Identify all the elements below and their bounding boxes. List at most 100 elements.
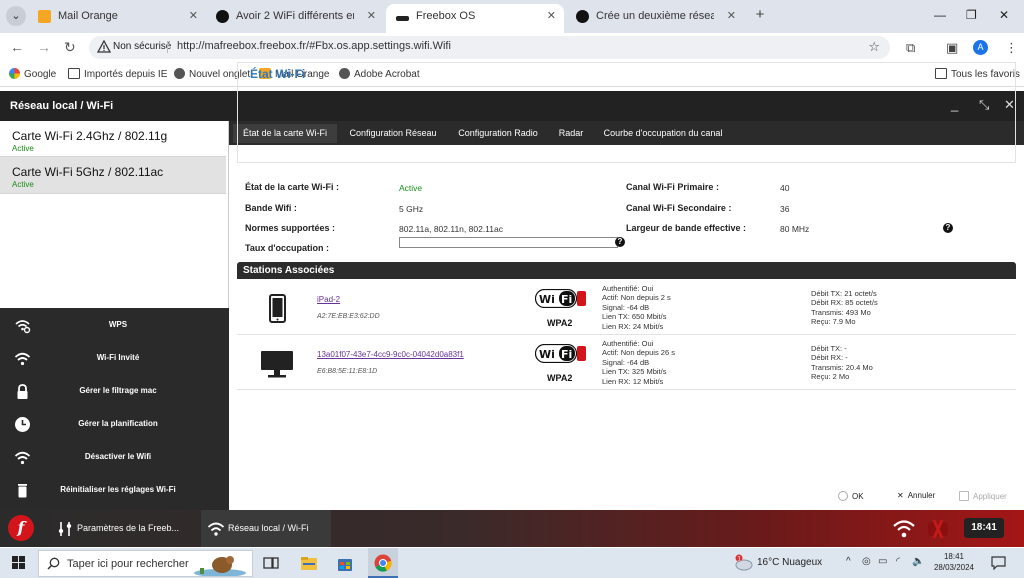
wifi-status-icon[interactable] [893, 519, 915, 539]
card-state-value: Active [399, 183, 423, 193]
svg-text:Fi: Fi [561, 348, 572, 361]
occupancy-bar [399, 237, 618, 248]
tablet-icon [269, 294, 286, 323]
band-value: 5 GHz [399, 204, 424, 214]
app-title: Réseau local / Wi-Fi [10, 100, 114, 112]
station-mac: E6:B8:5E:11:E8:1D [317, 368, 378, 375]
browser-tab-strip: ⌄ Mail Orange ✕ Avoir 2 WiFi différents … [0, 0, 1024, 33]
close-icon[interactable]: ✕ [189, 4, 198, 28]
close-icon[interactable]: ✕ [727, 4, 736, 28]
browser-tab-mail-orange[interactable]: Mail Orange ✕ [28, 4, 206, 33]
url-text[interactable]: http://mafreebox.freebox.fr/#Fbx.os.app.… [177, 40, 451, 52]
search-placeholder: Taper ici pour rechercher [67, 558, 189, 570]
help-icon[interactable]: ? [943, 223, 953, 233]
back-arrow-icon[interactable]: ← [10, 39, 24, 55]
wifi-cards-sidebar: Carte Wi-Fi 2.4Ghz / 802.11g Active Cart… [0, 121, 229, 510]
tab-search-button[interactable]: ⌄ [6, 6, 26, 26]
secondary-channel-label: Canal Wi-Fi Secondaire : [626, 203, 732, 213]
tray-app-icon[interactable]: ◎ [862, 556, 871, 567]
wifi-certified-logo: Wi Fi [535, 289, 586, 308]
windows-search-box[interactable]: Taper ici pour rechercher [38, 550, 253, 577]
svg-text:Wi: Wi [539, 348, 555, 361]
notifications-icon[interactable] [991, 556, 1006, 570]
menu-kebab-icon[interactable]: ⋮ [1005, 40, 1018, 56]
browser-tab-freebox-os[interactable]: Freebox OS ✕ [386, 4, 564, 33]
minimize-window-button[interactable]: — [934, 8, 946, 22]
forward-arrow-icon[interactable]: → [37, 39, 51, 55]
close-icon[interactable]: ✕ [547, 4, 556, 28]
card-name: Carte Wi-Fi 5Ghz / 802.11ac [12, 165, 164, 179]
cancel-button[interactable]: ✕ Annuler [897, 491, 935, 500]
chrome-taskbar-button[interactable] [368, 548, 398, 578]
restore-window-button[interactable]: ❐ [966, 8, 977, 22]
close-icon[interactable]: ✕ [367, 4, 376, 28]
card-wifi-2-4ghz[interactable]: Carte Wi-Fi 2.4Ghz / 802.11g Active [0, 121, 226, 157]
wifi-icon [14, 451, 31, 465]
new-tab-button[interactable]: + [751, 6, 769, 26]
chrome-icon [374, 554, 392, 572]
star-icon[interactable]: ☆ [868, 39, 880, 55]
extensions-icon[interactable]: ⧉ [906, 40, 915, 56]
action-filtrage-mac[interactable]: Gérer le filtrage mac [0, 375, 229, 408]
apply-button[interactable]: Appliquer [959, 491, 1007, 501]
help-icon[interactable]: ? [615, 237, 625, 247]
bookmark-google[interactable]: Google [9, 68, 56, 80]
warning-icon[interactable] [96, 39, 112, 54]
network-status-icon[interactable] [926, 518, 950, 540]
station-status: Authentifié: Oui Actif: Non depuis 26 s … [602, 339, 675, 386]
globe-icon [174, 68, 185, 79]
bandwidth-value: 80 MHz [780, 224, 810, 234]
desktop-icon [261, 351, 293, 378]
station-row: 13a01f07-43e7-4cc9-9c0c-04042d0a83f1 E6:… [237, 336, 1016, 390]
occupancy-label: Taux d'occupation : [245, 243, 329, 253]
windows-start-icon[interactable] [12, 556, 25, 569]
search-icon [47, 557, 60, 570]
svg-text:Fi: Fi [561, 293, 572, 306]
station-name-link[interactable]: 13a01f07-43e7-4cc9-9c0c-04042d0a83f1 [317, 350, 464, 359]
weather-cloud-icon[interactable]: 1 [733, 554, 753, 572]
card-wifi-5ghz[interactable]: Carte Wi-Fi 5Ghz / 802.11ac Active [0, 157, 226, 194]
close-window-button[interactable]: ✕ [999, 8, 1009, 22]
browser-tab-avoir-2-wifi[interactable]: Avoir 2 WiFi différents en 5GHZ ✕ [206, 4, 384, 33]
chevron-up-icon[interactable]: ^ [846, 556, 851, 567]
wifi-icon [207, 522, 225, 536]
wifi-tray-icon[interactable]: ◜ [896, 556, 900, 567]
battery-icon[interactable]: ▭ [878, 556, 887, 567]
reload-icon[interactable]: ↻ [64, 39, 76, 56]
primary-channel-label: Canal Wi-Fi Primaire : [626, 182, 719, 192]
etat-wifi-title: État Wi-Fi [250, 67, 306, 81]
action-reinitialiser[interactable]: Réinitialiser les réglages Wi-Fi [0, 474, 229, 507]
freebox-logo[interactable]: f [8, 515, 34, 541]
speaker-icon[interactable]: 🔈 [912, 556, 924, 567]
action-wifi-invite[interactable]: Wi-Fi Invité [0, 342, 229, 375]
weather-text[interactable]: 16°C Nuageux [757, 557, 822, 568]
community-favicon [216, 10, 229, 23]
save-icon [959, 491, 969, 501]
security-label[interactable]: Non sécurisé [113, 41, 171, 52]
taskbar-item-parametres[interactable]: Paramètres de la Freeb... [50, 510, 198, 547]
windows-clock[interactable]: 18:41 28/03/2024 [930, 551, 978, 573]
bandwidth-label: Largeur de bande effective : [626, 223, 747, 233]
svg-text:Wi: Wi [539, 293, 555, 306]
browser-tab-cree-deuxieme-reseau[interactable]: Crée un deuxième réseau wifi 2. ✕ [566, 4, 744, 33]
norms-label: Normes supportées : [245, 223, 336, 233]
action-planification[interactable]: Gérer la planification [0, 408, 229, 441]
clock-icon [15, 417, 30, 432]
action-wps[interactable]: WPS [0, 309, 229, 342]
side-panel-icon[interactable]: ▣ [946, 40, 958, 56]
station-row: iPad-2 A2:7E:EB:E3:62:DD Wi Fi WPA2 Authe… [237, 281, 1016, 335]
taskbar-item-reseau-local[interactable]: Réseau local / Wi-Fi [201, 510, 331, 547]
station-name-link[interactable]: iPad-2 [317, 295, 340, 304]
station-traffic: Débit TX: - Débit RX: - Transmis: 20.4 M… [811, 344, 873, 382]
avatar[interactable]: A [973, 40, 988, 55]
store-icon[interactable] [336, 554, 354, 572]
action-desactiver-wifi[interactable]: Désactiver le Wifi [0, 441, 229, 474]
task-view-icon[interactable] [262, 554, 280, 572]
ok-button[interactable]: OK [838, 491, 864, 501]
file-explorer-icon[interactable] [300, 554, 318, 572]
band-label: Bande Wifi : [245, 203, 297, 213]
freebox-taskbar: f Paramètres de la Freeb... Réseau local… [0, 510, 1024, 547]
bookmark-importes-ie[interactable]: Importés depuis IE [68, 68, 167, 80]
card-status: Active [12, 144, 34, 153]
omnibox[interactable]: Non sécurisé http://mafreebox.freebox.fr… [89, 36, 890, 59]
